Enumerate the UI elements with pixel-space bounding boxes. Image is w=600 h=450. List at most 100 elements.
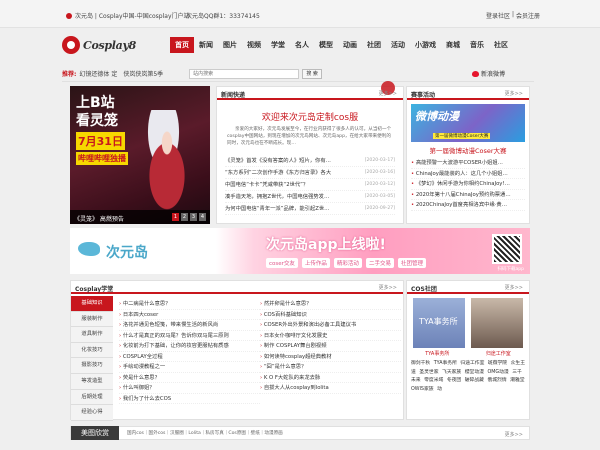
site-small-logo-icon (66, 12, 72, 19)
clubs-more-link[interactable]: 更多>> (505, 284, 523, 291)
school-article-link[interactable]: 日本四大coser (119, 310, 260, 320)
search-button[interactable]: 搜 索 (302, 68, 323, 79)
login-link[interactable]: 登录社区 (486, 11, 510, 20)
events-banner-image[interactable]: 微博动漫 第一届微博动漫Coser大赛 (411, 104, 525, 142)
news-item-title[interactable]: 为何中国电信“青年一派”品牌，能引起Z世… (225, 203, 329, 214)
news-item[interactable]: 凑手造天地，拥抱Z世代，中国电信强势发… [2020-03-05] (225, 191, 395, 203)
club-image-tya[interactable]: TYA事务所 (413, 298, 465, 348)
site-title[interactable]: 次元岛 | Cosplay中国-中国cosplay门户站 (66, 11, 190, 20)
school-article-link[interactable]: 什么才是真正的双马尾？告诉你双马尾三原则 (119, 331, 260, 341)
events-more-link[interactable]: 更多>> (505, 90, 523, 97)
school-article-link[interactable]: “囧”是什么意思？ (260, 362, 401, 373)
event-item[interactable]: 2020ChinaJoy首度亮相洛宾中缘·黄… (411, 200, 525, 211)
event-item[interactable]: ChinaJoy最能装的人：这几个小姐姐… (411, 169, 525, 179)
nav-item[interactable]: 学堂 (266, 37, 290, 53)
nav-item[interactable]: 首页 (170, 37, 194, 53)
school-article-link[interactable]: K O F大蛇队的来龙去脉 (260, 373, 401, 383)
news-headline[interactable]: 欢迎来次元岛定制cos服 (217, 110, 403, 123)
nav-item[interactable]: 图片 (218, 37, 242, 53)
register-link[interactable]: 会员注册 (516, 11, 540, 20)
nav-item[interactable]: 视频 (242, 37, 266, 53)
hero-character-image (132, 110, 202, 220)
event-item[interactable]: 高能预警一大波游平COSER小姐姐… (411, 158, 525, 169)
event-item[interactable]: 《梦幻》休闲手游为你相约ChinaJoy!… (411, 179, 525, 190)
school-article-link[interactable]: 如何读特cosplay超经典教材 (260, 352, 401, 362)
school-category-tab[interactable]: 经验心得 (71, 405, 113, 421)
news-more-link[interactable]: 更多>> (379, 90, 397, 97)
school-category-tab[interactable]: 道具制作 (71, 327, 113, 343)
school-article-link[interactable]: 我们为了什么去COS (119, 394, 260, 404)
recommend-links[interactable]: 幻镜还德体 定 侠岚侠岚第5季 (79, 69, 163, 78)
nav-item[interactable]: 新闻 (194, 37, 218, 53)
nav-item[interactable]: 动画 (338, 37, 362, 53)
school-article-link[interactable]: 什么叫御姐？ (119, 383, 260, 394)
carousel-page-button[interactable]: 3 (190, 213, 197, 221)
school-category-tab[interactable]: 摄影技巧 (71, 358, 113, 374)
school-category-tab[interactable]: 后期处理 (71, 389, 113, 406)
gallery-more-link[interactable]: 更多>> (505, 431, 523, 438)
banner-tag: 二手交易 (365, 258, 394, 268)
search-bar: 推荐: 幻镜还德体 定 侠岚侠岚第5季 搜 索 新浪微博 (62, 66, 534, 82)
school-article-link[interactable]: 自拔大人从cosplay到lolita (260, 383, 401, 394)
news-item-date: [2020-03-05] (364, 194, 395, 199)
school-category-tab[interactable]: 基础知识 (71, 296, 113, 312)
school-heading: Cosplay学堂 (75, 286, 114, 293)
nav-item[interactable]: 模型 (314, 37, 338, 53)
events-list: 高能预警一大波游平COSER小姐姐…ChinaJoy最能装的人：这几个小姐姐…《… (407, 158, 529, 211)
banner-brand: 次元岛 (106, 245, 148, 261)
event-item[interactable]: 2020年第十八届ChinaJoy预约购票通… (411, 190, 525, 200)
news-item[interactable]: 《灵笼》首发《没有答案的人》短片，你有… [2020-03-17] (225, 155, 395, 167)
carousel-page-button[interactable]: 2 (181, 213, 188, 221)
weibo-label: 新浪微博 (481, 71, 506, 78)
nav-item[interactable]: 商城 (441, 37, 465, 53)
news-item[interactable]: “东方系列”二次创作手游《东方归言录》各大 [2020-03-16] (225, 167, 395, 179)
nav-item[interactable]: 小游戏 (410, 37, 441, 53)
nav-item[interactable]: 社区 (489, 37, 513, 53)
news-item[interactable]: 中国电信“卡卡”凭咸带获“2世代”？ [2020-03-12] (225, 179, 395, 191)
school-article-link[interactable]: COSPLAY全过程 (119, 352, 260, 362)
news-item[interactable]: 为何中国电信“青年一派”品牌，能引起Z世… [2020-09-27] (225, 203, 395, 215)
school-article-link[interactable]: COS百科基础知识 (260, 310, 401, 320)
news-item-title[interactable]: 凑手造天地，拥抱Z世代，中国电信强势发… (225, 191, 329, 202)
gallery-links[interactable]: 国内cos｜国外cos｜汉服圈｜Lolita｜私房写真｜Cos原图｜壁纸｜动漫原… (127, 430, 283, 436)
school-article-link[interactable]: 化妆前为打下基础，让你的妆容更服帖有质感 (119, 341, 260, 352)
news-item-title[interactable]: 《灵笼》首发《没有答案的人》短片，你有… (225, 155, 331, 166)
carousel-page-button[interactable]: 1 (172, 213, 179, 221)
news-item-title[interactable]: 中国电信“卡卡”凭咸带获“2世代”？ (225, 179, 308, 190)
club-image-text: TYA事务所 (419, 317, 458, 326)
logo-mark-icon (62, 36, 80, 54)
school-article-link[interactable]: 然并卵是什么意思？ (260, 299, 401, 310)
carousel-page-button[interactable]: 4 (199, 213, 206, 221)
club-name-2[interactable]: 归途工作室 (486, 350, 511, 357)
nav-item[interactable]: 活动 (386, 37, 410, 53)
hero-carousel[interactable]: 上B站 看灵笼 7月31日 哔哩哔哩独播 《灵笼》 高燃预告 1234 (70, 86, 210, 224)
clubs-heading: COS社团 (411, 286, 437, 293)
school-more-link[interactable]: 更多>> (379, 284, 397, 291)
events-title[interactable]: 第一届微博动漫Coser大赛 (407, 145, 529, 155)
news-item-title[interactable]: “东方系列”二次创作手游《东方归言录》各大 (225, 167, 331, 178)
club-image-guitu[interactable] (471, 298, 523, 348)
school-article-link[interactable]: 制作 COSPLAY舞台剧视频 (260, 341, 401, 352)
club-name-1[interactable]: TYA事务所 (425, 350, 449, 357)
school-article-link[interactable]: 荧是什么意思？ (119, 373, 260, 383)
weibo-link[interactable]: 新浪微博 (472, 69, 505, 78)
app-banner[interactable]: 次元岛 次元岛app上线啦! coser交友 上传作品 精彩活动 二手交易 社团管理 扫… (70, 228, 530, 274)
school-article-link[interactable]: 日本女仆咖啡厅文化发展史 (260, 331, 401, 341)
site-link[interactable]: 次元岛 | Cosplay中国-中国cosplay门户站 (75, 11, 190, 20)
school-article-link[interactable]: 中二病是什么意思？ (119, 299, 260, 310)
school-article-link[interactable]: 洛花并通见色短笺，带来慢生活的新风尚 (119, 320, 260, 331)
school-category-tab[interactable]: 等发造型 (71, 373, 113, 390)
auth-separator: | (512, 11, 515, 18)
nav-item[interactable]: 音乐 (465, 37, 489, 53)
logo[interactable]: Cosplay8 (62, 33, 166, 57)
nav-item[interactable]: 社团 (362, 37, 386, 53)
school-article-link[interactable]: COSER外出外景和演出必备工具建议书 (260, 320, 401, 331)
nav-item[interactable]: 名人 (290, 37, 314, 53)
school-category-tab[interactable]: 化妆技巧 (71, 342, 113, 359)
news-item-date: [2020-03-12] (364, 182, 395, 187)
school-category-tab[interactable]: 服装制作 (71, 311, 113, 328)
school-article-link[interactable]: 手绘动漫教程之一 (119, 362, 260, 373)
hero-line4: 哔哩哔哩独播 (76, 152, 128, 165)
club-tag-list[interactable]: 御剑千秋 TYA事务所 归途工作室 斑薇学院 众生王道 圣灵世家 飞天家族 櫻堂… (407, 357, 529, 397)
search-input[interactable] (189, 68, 300, 79)
